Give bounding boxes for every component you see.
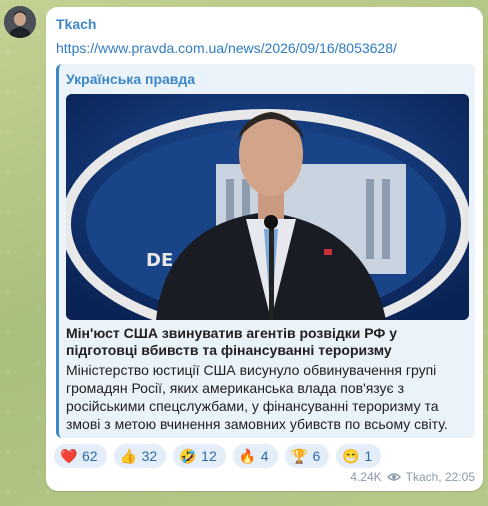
reaction-laughing[interactable]: 🤣 12 <box>173 444 226 468</box>
preview-image[interactable]: DE <box>66 94 469 320</box>
reaction-trophy[interactable]: 🏆 6 <box>284 444 330 468</box>
reaction-count: 6 <box>312 448 321 464</box>
message-bubble: Tkach https://www.pravda.com.ua/news/202… <box>46 7 483 491</box>
news-photo: DE <box>66 94 469 320</box>
message-meta: 4.24K Tkach, 22:05 <box>350 470 475 484</box>
svg-text:DE: DE <box>146 250 173 271</box>
trophy-icon: 🏆 <box>290 448 308 464</box>
view-count: 4.24K <box>350 470 382 484</box>
heart-icon: ❤️ <box>60 448 78 464</box>
reaction-count: 32 <box>141 448 158 464</box>
thumbs-up-icon: 👍 <box>119 448 138 464</box>
preview-headline: Мін'юст США звинуватив агентів розвідки … <box>66 325 398 358</box>
reaction-count: 1 <box>364 448 373 464</box>
author-name[interactable]: Tkach <box>56 16 96 32</box>
reactions-bar: ❤️ 62 👍 32 🤣 12 🔥 4 🏆 6 😁 1 <box>54 444 382 468</box>
reaction-count: 4 <box>260 448 269 464</box>
reaction-grin[interactable]: 😁 1 <box>336 444 382 468</box>
signature-time: Tkach, 22:05 <box>405 470 475 484</box>
reaction-count: 62 <box>82 448 98 464</box>
laughing-icon: 🤣 <box>179 448 197 464</box>
reaction-thumbs-up[interactable]: 👍 32 <box>113 444 167 468</box>
link-preview[interactable]: Українська правда DE Мін'юст США звинува… <box>56 64 475 438</box>
avatar[interactable] <box>4 6 36 38</box>
article-link[interactable]: https://www.pravda.com.ua/news/2026/09/1… <box>56 40 397 56</box>
fire-icon: 🔥 <box>238 448 257 464</box>
grin-icon: 😁 <box>342 448 360 464</box>
reaction-heart[interactable]: ❤️ 62 <box>54 444 107 468</box>
avatar-image <box>4 6 36 38</box>
preview-description: Міністерство юстиції США висунуло обвину… <box>66 362 448 432</box>
reaction-fire[interactable]: 🔥 4 <box>232 444 278 468</box>
preview-site-name: Українська правда <box>66 71 196 87</box>
reaction-count: 12 <box>201 448 217 464</box>
eye-icon <box>386 473 401 481</box>
